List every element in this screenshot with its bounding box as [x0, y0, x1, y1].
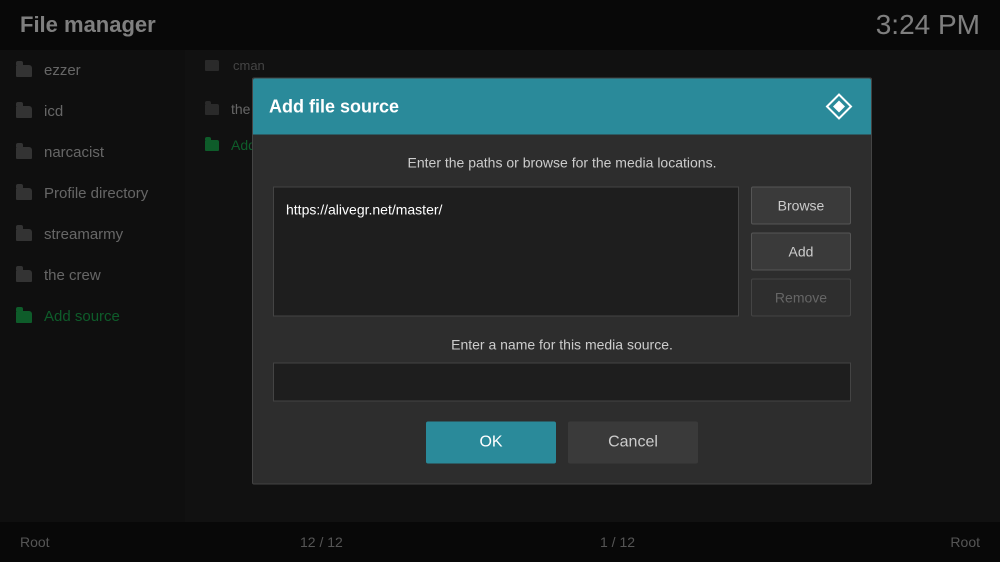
add-button[interactable]: Add	[751, 233, 851, 271]
path-item[interactable]: https://alivegr.net/master/	[284, 198, 728, 222]
ok-button[interactable]: OK	[426, 422, 556, 464]
dialog-title: Add file source	[269, 96, 399, 117]
kodi-logo	[823, 91, 855, 123]
cancel-button[interactable]: Cancel	[568, 422, 698, 464]
source-name-input[interactable]	[273, 363, 851, 402]
path-content-area: https://alivegr.net/master/ Browse Add R…	[273, 187, 851, 317]
paths-list-area: https://alivegr.net/master/	[273, 187, 739, 317]
name-section: Enter a name for this media source.	[273, 337, 851, 402]
dialog-footer: OK Cancel	[273, 422, 851, 464]
dialog-header: Add file source	[253, 79, 871, 135]
name-instruction: Enter a name for this media source.	[273, 337, 851, 353]
add-file-source-dialog: Add file source Enter the paths or brows…	[252, 78, 872, 485]
path-instruction: Enter the paths or browse for the media …	[273, 155, 851, 171]
remove-button[interactable]: Remove	[751, 279, 851, 317]
path-action-buttons: Browse Add Remove	[751, 187, 851, 317]
browse-button[interactable]: Browse	[751, 187, 851, 225]
dialog-body: Enter the paths or browse for the media …	[253, 135, 871, 484]
